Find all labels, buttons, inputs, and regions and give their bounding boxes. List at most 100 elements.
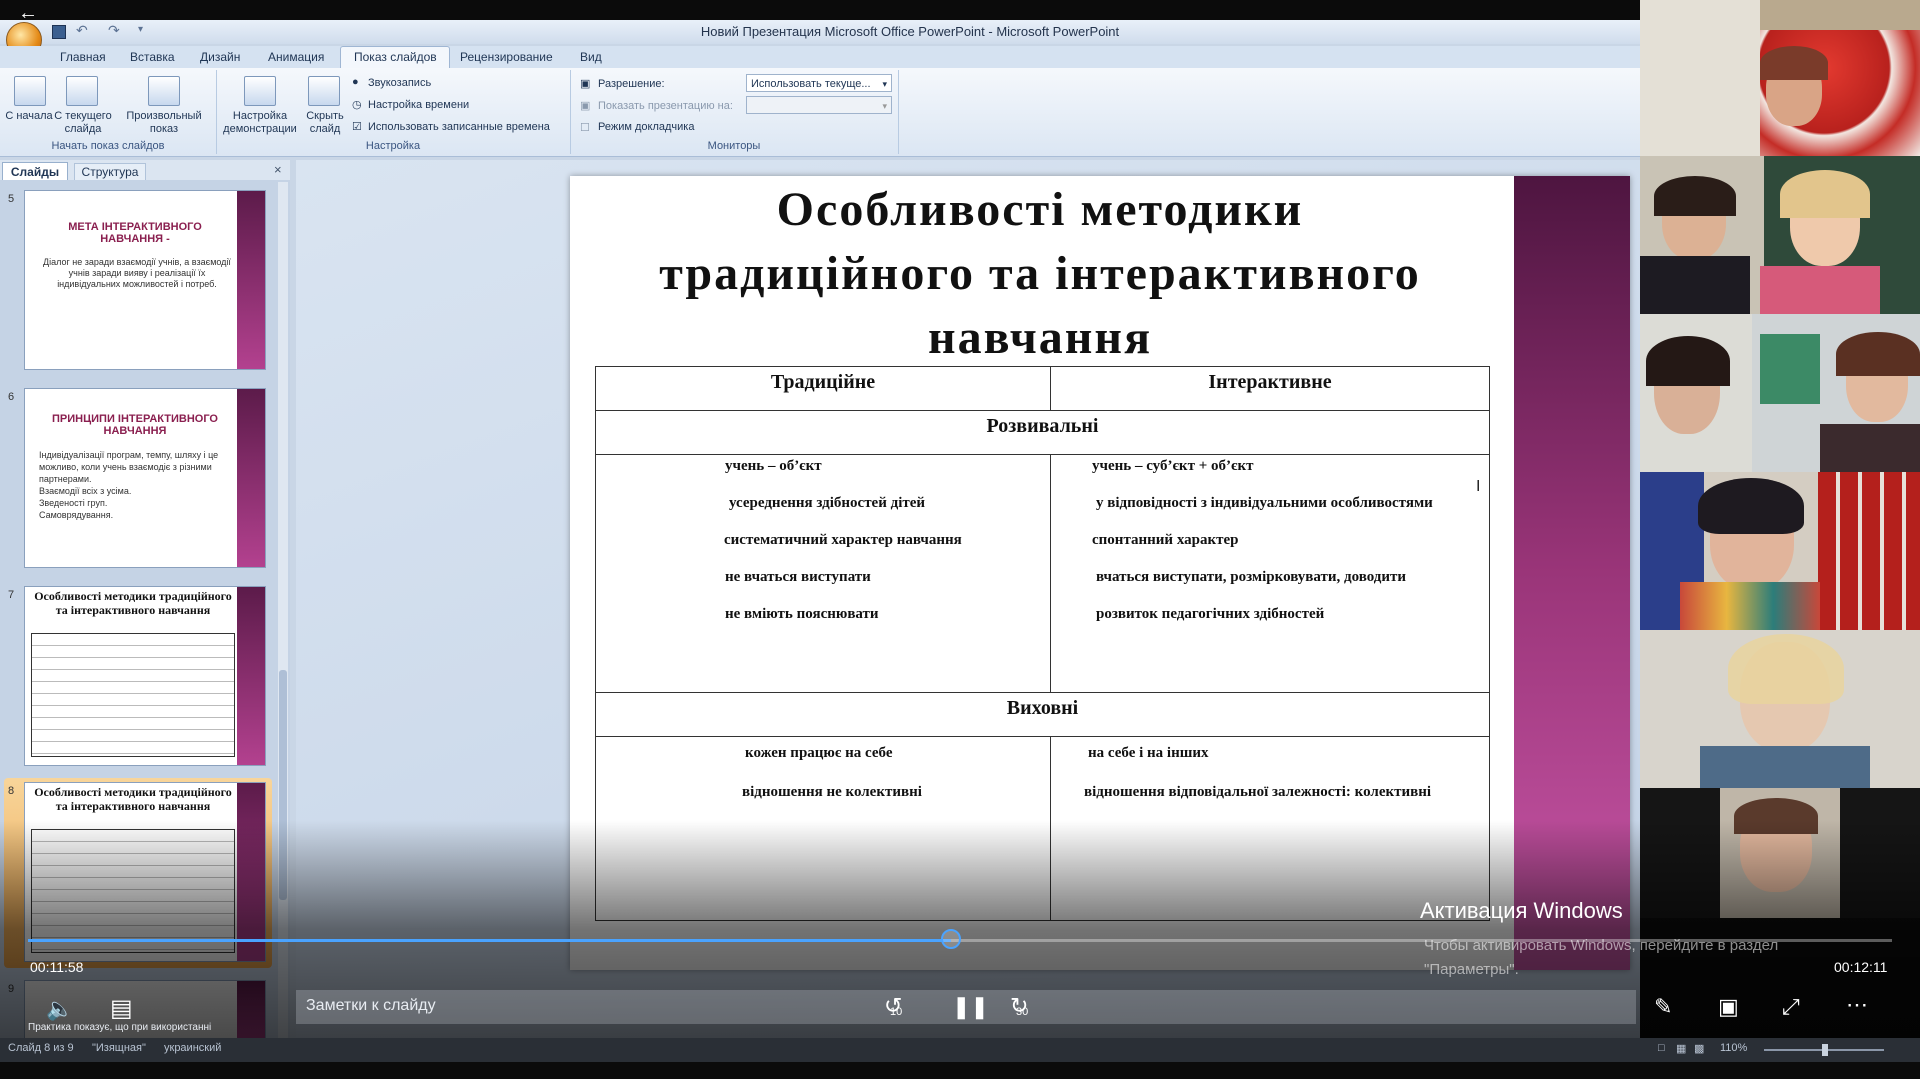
back-arrow-icon[interactable]: ← (18, 3, 38, 23)
pane-tab-outline[interactable]: Структура (74, 163, 146, 180)
status-language: украинский (164, 1042, 222, 1054)
pane-close-icon[interactable]: × (274, 162, 282, 177)
hide-slide-icon[interactable] (308, 76, 340, 106)
presenter-view-label: Режим докладчика (598, 121, 695, 133)
slide-thumb-6[interactable]: ПРИНЦИПИ ІНТЕРАКТИВНОГО НАВЧАННЯ Індивід… (24, 388, 266, 568)
time-current: 00:11:58 (30, 959, 84, 975)
btn-setup-show[interactable]: Настройка демонстрации (220, 110, 300, 136)
tab-review[interactable]: Рецензирование (460, 50, 553, 64)
thumb-stripe (237, 389, 265, 567)
thumb-number: 8 (8, 785, 15, 797)
record-narration-icon[interactable]: ● (352, 76, 359, 88)
slide-thumb-5[interactable]: МЕТА ІНТЕРАКТИВНОГО НАВЧАННЯ - Діалог не… (24, 190, 266, 370)
more-options-icon[interactable]: ⋯ (1846, 992, 1868, 1018)
section-header: Виховні (1006, 697, 1079, 719)
tab-design[interactable]: Дизайн (200, 50, 240, 64)
resolution-icon: ▣ (580, 78, 591, 90)
board (1760, 334, 1820, 404)
table-border (595, 736, 1490, 737)
table-cell: розвиток педагогічних здібностей (1096, 606, 1325, 622)
table-cell: систематичний характер навчання (724, 532, 962, 548)
exit-fullscreen-icon[interactable]: ⤢ (1782, 994, 1800, 1020)
slideshow-from-current-icon[interactable] (66, 76, 98, 106)
activation-text: Чтобы активировать Windows, перейдите в … (1424, 934, 1778, 982)
pause-icon[interactable]: ❚❚ (952, 994, 989, 1020)
thumb-number: 7 (8, 589, 15, 601)
tab-home[interactable]: Главная (60, 50, 106, 64)
rehearse-timings-icon[interactable]: ◷ (352, 98, 362, 111)
thumb-stripe (237, 191, 265, 369)
status-slide-number: Слайд 8 из 9 (8, 1042, 74, 1054)
column-header: Традиційне (770, 371, 876, 393)
participant-video-4[interactable] (1640, 472, 1920, 630)
show-on-icon: ▣ (580, 100, 591, 112)
slideshow-view-icon[interactable]: ▩ (1694, 1042, 1704, 1055)
slide-thumb-7[interactable]: Особливості методики традиційного та інт… (24, 586, 266, 766)
progress-fill (28, 939, 951, 942)
quick-access-dropdown-icon[interactable]: ▾ (138, 24, 143, 35)
pane-tab-slides[interactable]: Слайды (2, 162, 68, 180)
save-icon[interactable] (52, 25, 66, 39)
tab-slide-show[interactable]: Показ слайдов (354, 50, 437, 64)
table-cell: учень – об’єкт (725, 458, 822, 474)
sorter-view-icon[interactable]: ▦ (1676, 1042, 1686, 1055)
thumb-title: Особливості методики традиційного та інт… (34, 785, 232, 813)
btn-hide-slide[interactable]: Скрыть слайд (300, 110, 350, 136)
miniplayer-icon[interactable]: ▣ (1718, 994, 1739, 1020)
activation-line: "Параметры". (1424, 961, 1519, 978)
participant-video-1[interactable] (1640, 0, 1920, 156)
participant-scarf (1680, 582, 1820, 630)
thumb-body: Діалог не заради взаємодії учнів, а взає… (43, 257, 231, 289)
progress-knob[interactable] (940, 929, 961, 949)
participant-video-3[interactable] (1640, 314, 1920, 472)
zoom-slider-handle[interactable] (1822, 1044, 1828, 1056)
section-header: Розвивальні (986, 415, 1099, 437)
slideshow-from-start-icon[interactable] (14, 76, 46, 106)
btn-custom-show[interactable]: Произвольный показ (124, 110, 204, 136)
tab-animation[interactable]: Анимация (268, 50, 324, 64)
show-on-select[interactable]: ▾ (746, 96, 892, 114)
slide-title-line: традиційного та інтерактивного (659, 247, 1421, 300)
participant-hair (1836, 332, 1920, 376)
btn-from-start[interactable]: С начала (4, 110, 54, 123)
undo-icon[interactable]: ↶ (76, 22, 88, 39)
participant-hair (1780, 170, 1870, 218)
resolution-select[interactable]: Использовать текуще... ▾ (746, 74, 892, 92)
notes-placeholder: Заметки к слайду (306, 997, 436, 1014)
status-zoom: 110% (1720, 1042, 1748, 1054)
redo-icon[interactable]: ↷ (108, 22, 120, 39)
participant-video-5[interactable] (1640, 630, 1920, 788)
table-border (595, 692, 1490, 693)
activation-line: Чтобы активировать Windows, перейдите в … (1424, 937, 1779, 954)
custom-show-icon[interactable] (148, 76, 180, 106)
tab-insert[interactable]: Вставка (130, 50, 175, 64)
tab-view[interactable]: Вид (580, 50, 602, 64)
thumb-stripe (237, 587, 265, 765)
participant-video-2[interactable] (1640, 156, 1920, 314)
thumb-bullets: Індивідуалізації програм, темпу, шляху і… (39, 449, 235, 521)
table-border (595, 366, 1490, 367)
record-narration[interactable]: Звукозапись (368, 77, 431, 89)
table-border (1050, 454, 1051, 692)
participant-hair (1728, 634, 1844, 704)
pen-icon[interactable]: ✎ (1654, 994, 1672, 1020)
slide-title-line: навчання (927, 311, 1153, 364)
volume-icon[interactable]: 🔈 (46, 996, 73, 1022)
btn-from-current[interactable]: С текущего слайда (52, 110, 114, 136)
normal-view-icon[interactable]: □ (1658, 1042, 1665, 1054)
participant-hair (1654, 176, 1736, 216)
subtitles-icon[interactable]: ▤ (110, 994, 133, 1023)
table-border (595, 410, 1490, 411)
setup-show-icon[interactable] (244, 76, 276, 106)
table-cell: відношення відповідальної залежності: ко… (1084, 784, 1432, 800)
use-timings-checkbox[interactable]: ☑ (352, 120, 362, 133)
status-theme: "Изящная" (92, 1042, 146, 1054)
participant-bg (1640, 0, 1760, 156)
rehearse-timings[interactable]: Настройка времени (368, 99, 469, 111)
table-cell: на себе і на інших (1088, 745, 1209, 761)
participant-clothes (1760, 266, 1880, 314)
presenter-view-checkbox[interactable]: ☐ (580, 121, 590, 134)
forward-seconds: 30 (1016, 1006, 1029, 1018)
thumb-number: 5 (8, 193, 15, 205)
binders (1818, 472, 1920, 630)
